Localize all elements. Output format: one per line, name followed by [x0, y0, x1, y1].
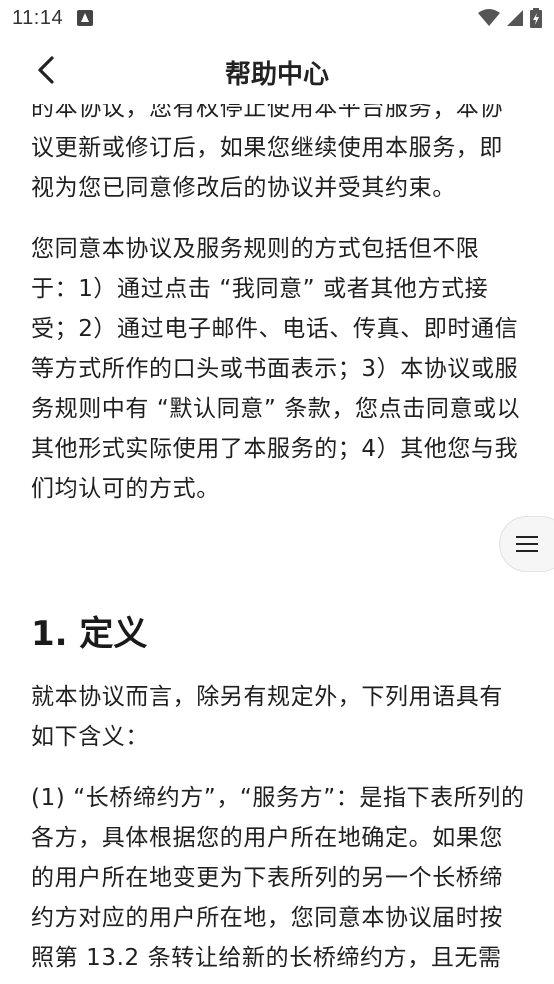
page-title: 帮助中心	[224, 60, 329, 90]
header: 帮助中心	[0, 36, 554, 106]
wifi-icon	[478, 9, 500, 26]
status-right	[478, 8, 542, 28]
status-bar: 11:14	[0, 0, 554, 36]
status-left: 11:14	[12, 6, 94, 30]
article-paragraph: 您同意本协议及服务规则的方式包括但不限于：1）通过点击 “我同意” 或者其他方式…	[31, 236, 521, 502]
battery-icon	[530, 8, 542, 28]
status-time: 11:14	[12, 6, 64, 29]
toc-button[interactable]	[499, 516, 554, 572]
notification-icon	[77, 10, 94, 26]
section-heading: 1. 定义	[31, 614, 148, 654]
article-paragraph: 就本协议而言，除另有规定外，下列用语具有如下含义：	[31, 684, 503, 750]
signal-icon	[507, 10, 523, 26]
article-paragraph: (1) “长桥缔约方”，“服务方”：是指下表所列的各方，具体根据您的用户所在地确…	[31, 785, 525, 971]
article-paragraph: 的本协议，您有权停止使用本平台服务；本协议更新或修订后，如果您继续使用本服务，即…	[31, 104, 503, 201]
menu-icon	[516, 536, 538, 552]
article-content: 的本协议，您有权停止使用本平台服务；本协议更新或修订后，如果您继续使用本服务，即…	[31, 104, 526, 984]
